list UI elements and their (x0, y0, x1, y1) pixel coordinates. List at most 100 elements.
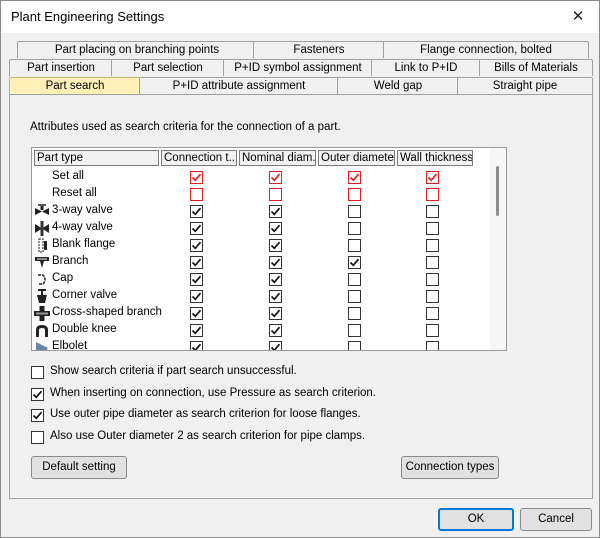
criterion-checkbox[interactable] (269, 290, 282, 303)
criterion-checkbox[interactable] (190, 171, 203, 184)
row-label[interactable]: Reset all (52, 187, 97, 199)
row-label: Cap (52, 272, 74, 284)
criterion-checkbox[interactable] (348, 256, 361, 269)
three-way-valve-icon (34, 204, 50, 219)
criterion-checkbox[interactable] (426, 324, 439, 337)
tab-part-insertion[interactable]: Part insertion (9, 59, 113, 76)
table-row: 3-way valve (32, 203, 490, 220)
column-header-nominal-diameter[interactable]: Nominal diam... (239, 150, 316, 166)
tab-fasteners[interactable]: Fasteners (253, 41, 385, 58)
criterion-checkbox[interactable] (426, 171, 439, 184)
criterion-checkbox[interactable] (190, 290, 203, 303)
tab-part-selection[interactable]: Part selection (111, 59, 225, 76)
criterion-checkbox[interactable] (348, 222, 361, 235)
criterion-checkbox[interactable] (190, 205, 203, 218)
tab-link-to-pid[interactable]: Link to P+ID (371, 59, 481, 76)
column-header-connection-type[interactable]: Connection t... (161, 150, 237, 166)
criterion-checkbox[interactable] (348, 324, 361, 337)
option-label: When inserting on connection, use Pressu… (50, 387, 376, 399)
criterion-checkbox[interactable] (269, 171, 282, 184)
criterion-checkbox[interactable] (269, 256, 282, 269)
criterion-checkbox[interactable] (190, 273, 203, 286)
tab-part-placing[interactable]: Part placing on branching points (17, 41, 257, 58)
criterion-checkbox[interactable] (348, 239, 361, 252)
criterion-checkbox[interactable] (426, 222, 439, 235)
default-setting-button[interactable]: Default setting (31, 456, 127, 479)
criterion-checkbox[interactable] (426, 256, 439, 269)
column-header-wall-thickness[interactable]: Wall thickness (397, 150, 473, 166)
corner-valve-icon (34, 289, 50, 304)
cancel-button[interactable]: Cancel (520, 508, 592, 531)
tab-pid-symbol-assignment[interactable]: P+ID symbol assignment (223, 59, 373, 76)
branch-icon (34, 255, 50, 270)
option-label: Also use Outer diameter 2 as search crit… (50, 430, 366, 442)
criterion-checkbox[interactable] (190, 188, 203, 201)
tab-flange-connection[interactable]: Flange connection, bolted (383, 41, 589, 58)
criterion-checkbox[interactable] (348, 273, 361, 286)
column-header-outer-diameter[interactable]: Outer diameter (318, 150, 395, 166)
criterion-checkbox[interactable] (269, 307, 282, 320)
criterion-checkbox[interactable] (426, 205, 439, 218)
cap-icon (34, 272, 50, 287)
criterion-checkbox[interactable] (426, 290, 439, 303)
window-title: Plant Engineering Settings (11, 9, 165, 24)
table-row: Elbolet (32, 339, 490, 350)
row-label: Cross-shaped branch (52, 306, 162, 318)
elbolet-icon (34, 340, 50, 350)
row-label[interactable]: Set all (52, 170, 84, 182)
criterion-checkbox[interactable] (426, 239, 439, 252)
ok-button[interactable]: OK (438, 508, 514, 531)
criterion-checkbox[interactable] (426, 341, 439, 350)
criterion-checkbox[interactable] (269, 188, 282, 201)
option-checkbox[interactable] (31, 388, 44, 401)
option-checkbox[interactable] (31, 366, 44, 379)
double-knee-icon (34, 323, 50, 338)
criterion-checkbox[interactable] (426, 273, 439, 286)
part-type-grid: Part type Connection t... Nominal diam..… (31, 147, 507, 351)
panel-description: Attributes used as search criteria for t… (30, 121, 341, 133)
criterion-checkbox[interactable] (348, 205, 361, 218)
column-header-part-type[interactable]: Part type (34, 150, 159, 166)
tab-pid-attribute-assignment[interactable]: P+ID attribute assignment (139, 77, 339, 94)
criterion-checkbox[interactable] (269, 239, 282, 252)
criterion-checkbox[interactable] (348, 188, 361, 201)
option-checkbox[interactable] (31, 409, 44, 422)
scrollbar-thumb[interactable] (496, 166, 499, 216)
connection-types-button[interactable]: Connection types (401, 456, 499, 479)
option-checkbox[interactable] (31, 431, 44, 444)
criterion-checkbox[interactable] (190, 222, 203, 235)
criterion-checkbox[interactable] (269, 205, 282, 218)
criterion-checkbox[interactable] (190, 307, 203, 320)
criterion-checkbox[interactable] (190, 256, 203, 269)
table-row: Corner valve (32, 288, 490, 305)
criterion-checkbox[interactable] (348, 341, 361, 350)
criterion-checkbox[interactable] (269, 273, 282, 286)
close-icon[interactable]: ✕ (563, 5, 593, 29)
grid-vertical-scrollbar[interactable] (490, 148, 506, 350)
criterion-checkbox[interactable] (269, 222, 282, 235)
criterion-checkbox[interactable] (348, 307, 361, 320)
criterion-checkbox[interactable] (348, 290, 361, 303)
criterion-checkbox[interactable] (426, 188, 439, 201)
criterion-checkbox[interactable] (348, 171, 361, 184)
table-row: Blank flange (32, 237, 490, 254)
tab-straight-pipe[interactable]: Straight pipe (457, 77, 593, 94)
criterion-checkbox[interactable] (269, 341, 282, 350)
criterion-checkbox[interactable] (190, 239, 203, 252)
tab-bills-of-materials[interactable]: Bills of Materials (479, 59, 593, 76)
option-label: Show search criteria if part search unsu… (50, 365, 297, 377)
criterion-checkbox[interactable] (190, 341, 203, 350)
table-row: Cap (32, 271, 490, 288)
tab-weld-gap[interactable]: Weld gap (337, 77, 459, 94)
row-label: Double knee (52, 323, 117, 335)
table-row: Branch (32, 254, 490, 271)
row-label: Blank flange (52, 238, 116, 250)
tab-part-search[interactable]: Part search (9, 77, 141, 94)
criterion-checkbox[interactable] (269, 324, 282, 337)
criterion-checkbox[interactable] (190, 324, 203, 337)
blank-flange-icon (34, 238, 50, 253)
row-label: 3-way valve (52, 204, 113, 216)
criterion-checkbox[interactable] (426, 307, 439, 320)
table-row: 4-way valve (32, 220, 490, 237)
title-bar: Plant Engineering Settings ✕ (1, 1, 599, 33)
